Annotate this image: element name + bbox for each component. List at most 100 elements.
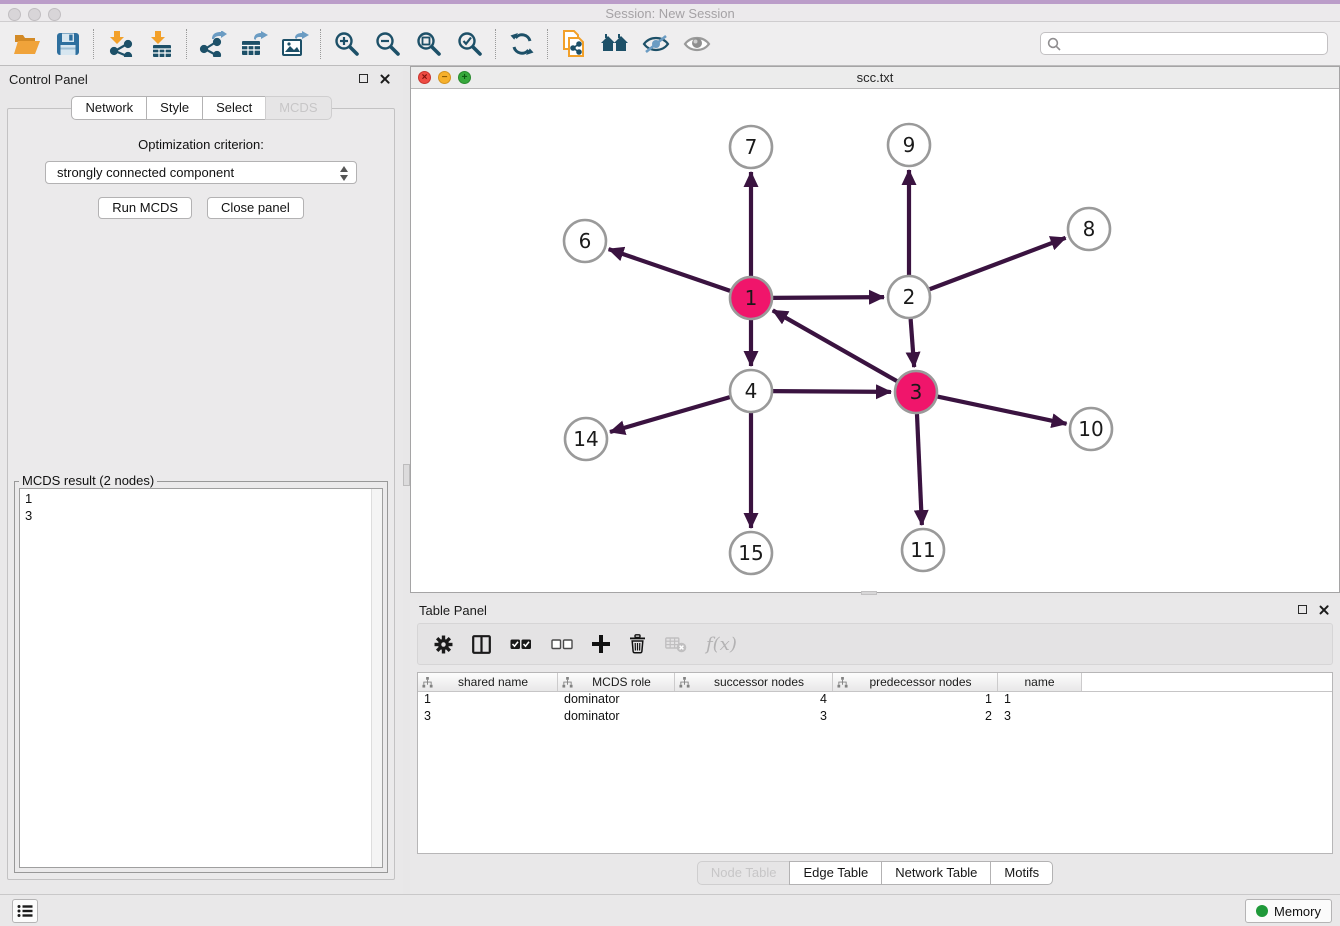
mcds-result-group: MCDS result (2 nodes) 13 <box>14 481 388 873</box>
node-table[interactable]: shared nameMCDS rolesuccessor nodesprede… <box>417 672 1333 854</box>
node-label-8: 8 <box>1083 217 1096 241</box>
cell-MCDS-role[interactable]: dominator <box>558 692 675 709</box>
search-icon <box>1047 37 1061 51</box>
node-label-1: 1 <box>745 286 758 310</box>
home-networks-icon[interactable] <box>594 25 635 63</box>
control-panel-title: Control Panel <box>9 72 88 87</box>
mcds-result-lines: 13 <box>20 489 370 867</box>
import-table-icon[interactable] <box>140 25 181 63</box>
edge-3-10[interactable] <box>938 397 1067 424</box>
criterion-select-value: strongly connected component <box>57 165 234 180</box>
toolbar-separator <box>495 29 496 59</box>
refresh-icon[interactable] <box>501 25 542 63</box>
cell-shared-name[interactable]: 3 <box>418 709 558 726</box>
network-scrollbar-handle[interactable] <box>861 591 877 595</box>
tab-network[interactable]: Network <box>71 96 147 120</box>
cell-predecessor-nodes[interactable]: 2 <box>833 709 998 726</box>
tab-edge-table[interactable]: Edge Table <box>789 861 882 885</box>
network-graph[interactable]: 7968124314101511 <box>411 89 1339 592</box>
cell-name[interactable]: 3 <box>998 709 1082 726</box>
export-network-icon[interactable] <box>192 25 233 63</box>
vertical-splitter[interactable] <box>403 66 410 894</box>
close-panel-button[interactable]: Close panel <box>207 197 304 219</box>
float-panel-icon[interactable] <box>1298 605 1307 614</box>
toolbar-separator <box>547 29 548 59</box>
cell-name[interactable]: 1 <box>998 692 1082 709</box>
attribute-icon <box>679 677 690 688</box>
edge-2-8[interactable] <box>930 238 1066 289</box>
zoom-fit-icon[interactable] <box>408 25 449 63</box>
cell-shared-name[interactable]: 1 <box>418 692 558 709</box>
node-label-4: 4 <box>745 379 758 403</box>
column-header-name[interactable]: name <box>998 673 1082 691</box>
edge-3-1[interactable] <box>773 310 897 381</box>
memory-label: Memory <box>1274 904 1321 919</box>
cell-predecessor-nodes[interactable]: 1 <box>833 692 998 709</box>
show-details-icon[interactable] <box>676 25 717 63</box>
column-header-successor-nodes[interactable]: successor nodes <box>675 673 833 691</box>
column-header-predecessor-nodes[interactable]: predecessor nodes <box>833 673 998 691</box>
settings-gear-icon[interactable] <box>434 635 453 654</box>
tab-style[interactable]: Style <box>146 96 203 120</box>
deselect-all-icon[interactable] <box>551 636 573 652</box>
export-image-icon[interactable] <box>274 25 315 63</box>
table-row[interactable]: 1dominator411 <box>418 692 1332 709</box>
control-panel-header: Control Panel <box>0 66 403 92</box>
edge-1-2[interactable] <box>773 297 884 298</box>
attribute-icon <box>562 677 573 688</box>
attribute-icon <box>422 677 433 688</box>
memory-button[interactable]: Memory <box>1245 899 1332 923</box>
tab-motifs[interactable]: Motifs <box>990 861 1053 885</box>
edge-4-14[interactable] <box>610 397 730 432</box>
show-columns-icon[interactable] <box>472 635 491 654</box>
zoom-in-icon[interactable] <box>326 25 367 63</box>
clone-network-icon[interactable] <box>553 25 594 63</box>
tab-network-table[interactable]: Network Table <box>881 861 991 885</box>
main-toolbar <box>0 22 1340 66</box>
panel-menu-button[interactable] <box>12 899 38 923</box>
result-scrollbar[interactable] <box>371 489 382 867</box>
open-file-icon[interactable] <box>6 25 47 63</box>
cell-successor-nodes[interactable]: 3 <box>675 709 833 726</box>
add-column-icon[interactable] <box>592 635 610 653</box>
run-mcds-button[interactable]: Run MCDS <box>98 197 192 219</box>
edge-4-3[interactable] <box>773 391 891 392</box>
column-header-shared-name[interactable]: shared name <box>418 673 558 691</box>
criterion-select[interactable]: strongly connected component <box>45 161 357 184</box>
import-network-icon[interactable] <box>99 25 140 63</box>
column-header-MCDS-role[interactable]: MCDS role <box>558 673 675 691</box>
cell-MCDS-role[interactable]: dominator <box>558 709 675 726</box>
network-canvas[interactable]: 7968124314101511 <box>411 89 1339 592</box>
node-label-3: 3 <box>910 380 923 404</box>
float-panel-icon[interactable] <box>359 74 368 83</box>
toolbar-separator <box>93 29 94 59</box>
select-all-icon[interactable] <box>510 636 532 652</box>
network-titlebar[interactable]: × − + scc.txt <box>411 67 1339 89</box>
function-builder-icon: f(x) <box>706 634 737 655</box>
table-panel: Table Panel f(x) shared nameMCDS rolesuc… <box>410 597 1340 894</box>
toolbar-separator <box>186 29 187 59</box>
search-input[interactable] <box>1061 35 1321 53</box>
tab-node-table[interactable]: Node Table <box>697 861 791 885</box>
export-table-icon[interactable] <box>233 25 274 63</box>
edge-2-3[interactable] <box>911 319 915 367</box>
close-panel-icon[interactable] <box>379 73 390 84</box>
search-box[interactable] <box>1040 32 1328 55</box>
delete-column-icon[interactable] <box>629 634 646 654</box>
network-window: × − + scc.txt 7968124314101511 <box>410 66 1340 593</box>
splitter-handle[interactable] <box>403 464 410 486</box>
edge-1-6[interactable] <box>609 249 731 291</box>
table-tabs: Node TableEdge TableNetwork TableMotifs <box>410 861 1340 885</box>
edge-3-11[interactable] <box>917 414 922 525</box>
tab-mcds[interactable]: MCDS <box>265 96 331 120</box>
save-session-icon[interactable] <box>47 25 88 63</box>
zoom-selected-icon[interactable] <box>449 25 490 63</box>
tab-select[interactable]: Select <box>202 96 266 120</box>
delete-table-icon <box>665 636 687 653</box>
window-titlebar: Session: New Session <box>0 0 1340 22</box>
table-row[interactable]: 3dominator323 <box>418 709 1332 726</box>
hide-details-icon[interactable] <box>635 25 676 63</box>
close-panel-icon[interactable] <box>1318 604 1329 615</box>
zoom-out-icon[interactable] <box>367 25 408 63</box>
cell-successor-nodes[interactable]: 4 <box>675 692 833 709</box>
